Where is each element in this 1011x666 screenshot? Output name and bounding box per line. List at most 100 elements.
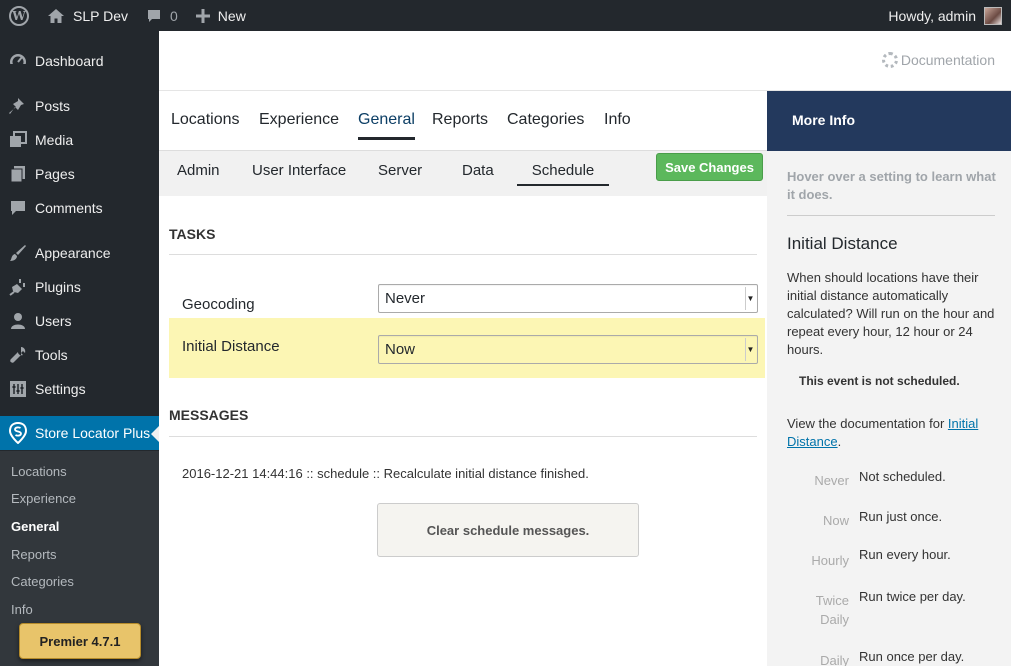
- initial-distance-setting-row: Initial Distance Now ▼: [169, 318, 765, 378]
- submenu-item-categories[interactable]: Categories: [11, 574, 74, 589]
- initial-distance-label: Initial Distance: [182, 338, 280, 355]
- sidebar-item-label: Comments: [35, 200, 103, 216]
- more-info-panel: Hover over a setting to learn what it do…: [767, 151, 1011, 666]
- sidebar-item-label: Posts: [35, 98, 71, 114]
- sidebar-item-label: Store Locator Plus: [35, 425, 151, 441]
- pages-icon: [8, 164, 28, 184]
- option-description: Run every hour.: [859, 547, 951, 562]
- new-content-link[interactable]: New: [187, 0, 255, 31]
- subtab-admin[interactable]: Admin: [177, 162, 220, 179]
- option-description: Not scheduled.: [859, 469, 946, 484]
- store-locator-icon: [8, 422, 28, 444]
- clear-schedule-messages-button[interactable]: Clear schedule messages.: [377, 503, 639, 557]
- main-nav-tabs: Locations Experience General Reports Cat…: [159, 91, 767, 151]
- tab-info[interactable]: Info: [604, 111, 631, 129]
- option-key: Now: [822, 513, 849, 528]
- comments-link[interactable]: 0: [137, 0, 187, 31]
- section-divider: [169, 254, 757, 255]
- documentation-link[interactable]: Documentation: [881, 52, 995, 68]
- sidebar-item-label: Users: [35, 313, 72, 329]
- submenu-item-experience[interactable]: Experience: [11, 491, 76, 506]
- geocoding-select[interactable]: Never ▼: [378, 284, 758, 313]
- sidebar-item-store-locator-plus[interactable]: Store Locator Plus: [0, 416, 159, 450]
- info-setting-description: When should locations have their initial…: [787, 270, 995, 357]
- greeting: Howdy, admin: [888, 7, 976, 24]
- sidebar-item-label: Appearance: [35, 245, 111, 261]
- settings-panel: TASKS Geocoding Never ▼ Initial Distance…: [159, 196, 767, 666]
- user-icon: [8, 311, 28, 331]
- subtab-schedule[interactable]: Schedule: [517, 162, 609, 186]
- sidebar-item-label: Media: [35, 132, 74, 148]
- sidebar-item-plugins[interactable]: Plugins: [0, 270, 159, 304]
- sidebar-item-media[interactable]: Media: [0, 123, 159, 157]
- wordpress-logo-icon: W: [9, 5, 29, 26]
- more-info-header: More Info: [767, 91, 1011, 151]
- account-menu[interactable]: Howdy, admin: [879, 0, 1011, 31]
- dropdown-arrow-icon: ▼: [745, 287, 755, 310]
- subtab-server[interactable]: Server: [378, 162, 422, 179]
- initial-distance-select[interactable]: Now ▼: [378, 335, 758, 364]
- info-setting-title: Initial Distance: [787, 234, 898, 253]
- comment-icon: [8, 198, 28, 218]
- submenu-item-info[interactable]: Info: [11, 602, 33, 617]
- hover-hint: Hover over a setting to learn what it do…: [787, 169, 996, 202]
- option-key: Hourly: [811, 553, 849, 568]
- sidebar-item-users[interactable]: Users: [0, 304, 159, 338]
- plus-icon: [195, 8, 210, 23]
- option-description: Run once per day.: [859, 649, 965, 664]
- submenu-item-locations[interactable]: Locations: [11, 464, 67, 479]
- settings-icon: [8, 379, 28, 399]
- tab-locations[interactable]: Locations: [171, 111, 240, 129]
- plugin-icon: [8, 277, 28, 297]
- site-name-link[interactable]: SLP Dev: [38, 0, 137, 31]
- brush-icon: [8, 243, 28, 263]
- info-divider: [787, 215, 995, 216]
- option-key: Twice Daily: [815, 593, 849, 627]
- new-label: New: [217, 7, 246, 24]
- schedule-status: This event is not scheduled.: [799, 374, 960, 388]
- doc-suffix: .: [837, 434, 842, 449]
- messages-section-title: MESSAGES: [169, 407, 249, 423]
- geocoding-label: Geocoding: [182, 296, 255, 313]
- pushpin-icon: [8, 96, 28, 116]
- doc-prefix: View the documentation for: [787, 416, 948, 431]
- sidebar-item-dashboard[interactable]: Dashboard: [0, 44, 159, 78]
- sidebar-item-label: Settings: [35, 381, 86, 397]
- subtab-data[interactable]: Data: [462, 162, 494, 179]
- comments-count: 0: [170, 7, 178, 24]
- current-menu-arrow: [151, 426, 159, 442]
- sidebar-item-appearance[interactable]: Appearance: [0, 236, 159, 270]
- section-divider: [169, 436, 757, 437]
- initial-distance-selected-value: Now: [385, 341, 416, 358]
- option-description: Run just once.: [859, 509, 943, 524]
- option-description: Run twice per day.: [859, 589, 966, 604]
- sidebar-item-tools[interactable]: Tools: [0, 338, 159, 372]
- site-name: SLP Dev: [73, 7, 128, 24]
- option-key: Daily: [820, 653, 849, 666]
- info-documentation: View the documentation for Initial Dista…: [787, 415, 1002, 451]
- avatar: [984, 6, 1002, 25]
- submenu-item-reports[interactable]: Reports: [11, 547, 57, 562]
- home-icon: [47, 8, 65, 24]
- tab-categories[interactable]: Categories: [507, 111, 584, 129]
- dropdown-arrow-icon: ▼: [745, 338, 755, 361]
- sidebar-item-comments[interactable]: Comments: [0, 191, 159, 225]
- sidebar-item-posts[interactable]: Posts: [0, 89, 159, 123]
- premier-version-badge: Premier 4.7.1: [19, 623, 141, 659]
- sidebar-item-pages[interactable]: Pages: [0, 157, 159, 191]
- page-header: Documentation: [159, 31, 1011, 91]
- schedule-message: 2016-12-21 14:44:16 :: schedule :: Recal…: [182, 466, 589, 481]
- dashboard-icon: [8, 51, 28, 71]
- tasks-section-title: TASKS: [169, 226, 216, 242]
- tab-reports[interactable]: Reports: [432, 111, 488, 129]
- wordpress-menu[interactable]: W: [0, 0, 38, 31]
- sidebar-item-settings[interactable]: Settings: [0, 372, 159, 406]
- media-icon: [8, 130, 28, 150]
- submenu-item-general[interactable]: General: [11, 519, 59, 534]
- subtab-user-interface[interactable]: User Interface: [252, 162, 346, 179]
- admin-bar: W SLP Dev 0 New Howdy, admin: [0, 0, 1011, 31]
- tab-experience[interactable]: Experience: [259, 111, 339, 129]
- save-changes-button[interactable]: Save Changes: [656, 153, 763, 181]
- tab-general[interactable]: General: [358, 111, 415, 140]
- sidebar-item-label: Plugins: [35, 279, 81, 295]
